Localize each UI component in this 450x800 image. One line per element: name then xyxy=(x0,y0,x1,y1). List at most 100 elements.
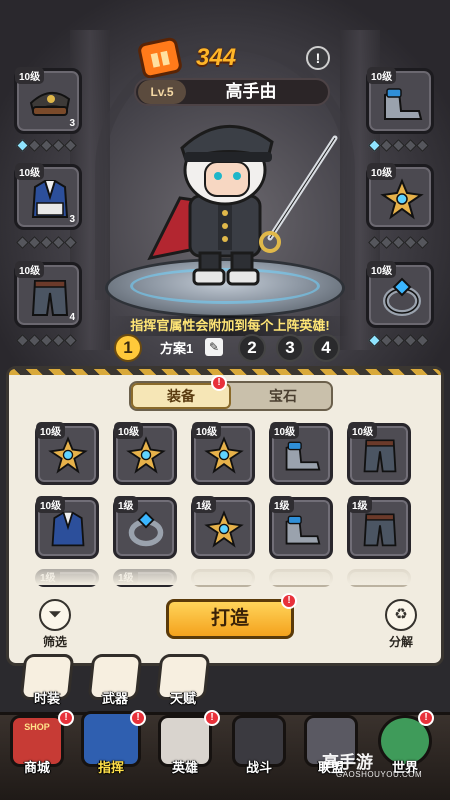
boots-icon xyxy=(384,88,423,120)
hero-name[interactable]: 高手由 xyxy=(196,80,306,104)
talent-button[interactable]: 天赋 xyxy=(154,654,212,707)
gem-ring-icon xyxy=(128,511,164,547)
gem-socket-icon xyxy=(64,139,77,152)
gem-socket-icon xyxy=(380,139,393,152)
filter-icon: ⏷ xyxy=(39,599,71,631)
gem-socket-icon xyxy=(40,139,53,152)
slot-star-count: 3 xyxy=(69,118,75,129)
equip-slot-hat[interactable]: 10级 3 xyxy=(14,67,82,134)
weapon-button[interactable]: 武器 xyxy=(86,654,144,707)
inventory-item[interactable]: 10级 xyxy=(35,422,99,485)
gem-socket-icon xyxy=(64,334,77,347)
nav-label: 英雄 xyxy=(171,760,198,775)
gem-socket-icon xyxy=(16,139,29,152)
inventory-item[interactable]: 10级 xyxy=(269,422,333,485)
info-button[interactable]: ! xyxy=(306,46,330,70)
commander-hero-figure[interactable] xyxy=(120,108,340,288)
gem-socket-icon xyxy=(368,334,381,347)
gold-badge-icon xyxy=(48,436,88,474)
edit-icon[interactable]: ✎ xyxy=(205,338,223,356)
gem-ring-icon xyxy=(383,277,421,316)
preset-3-button[interactable]: 3 xyxy=(276,334,304,362)
gem-socket-icon xyxy=(380,334,393,347)
equip-slot-pants[interactable]: 10级 4 xyxy=(14,261,82,328)
slot-gem-row xyxy=(368,236,429,249)
gem-socket-icon xyxy=(40,334,53,347)
attribute-hint-banner: 指挥官属性会附加到每个上阵英雄! xyxy=(110,316,350,336)
boots-icon xyxy=(285,441,321,471)
inventory-item[interactable]: 1级 xyxy=(191,496,255,559)
gem-socket-icon xyxy=(52,236,65,249)
nav-label: 商城 xyxy=(23,760,50,775)
filter-button[interactable]: ⏷ 筛选 xyxy=(33,599,77,650)
panel-hazard-stripe xyxy=(9,369,441,375)
inventory-item[interactable]: 10级 xyxy=(191,422,255,485)
talent-label: 天赋 xyxy=(169,691,196,706)
gem-socket-icon xyxy=(40,236,53,249)
outfit-label: 时装 xyxy=(33,691,60,706)
inventory-item[interactable]: 10级 xyxy=(35,496,99,559)
gem-socket-icon xyxy=(404,334,417,347)
gold-badge-icon xyxy=(204,436,244,474)
gold-badge-icon xyxy=(204,510,244,548)
preset-2-button[interactable]: 2 xyxy=(238,334,266,362)
preset-name: 方案1 xyxy=(160,341,194,356)
inventory-item[interactable]: 1级 xyxy=(269,496,333,559)
inventory-item[interactable]: 10级 xyxy=(347,422,411,485)
preset-4-button[interactable]: 4 xyxy=(312,334,340,362)
hero-level: Lv.5 xyxy=(138,80,186,104)
nav-label: 战斗 xyxy=(245,760,272,775)
slot-gem-row xyxy=(16,139,77,152)
nav-label: 指挥 xyxy=(97,760,124,775)
slot-gem-row xyxy=(368,334,429,347)
nav-notification-badge: ! xyxy=(58,710,74,726)
gem-socket-icon xyxy=(380,236,393,249)
preset-1-button[interactable]: 1 xyxy=(114,334,142,362)
equip-slot-badge[interactable]: 10级 xyxy=(366,163,434,230)
nav-notification-badge: ! xyxy=(130,710,146,726)
slot-gem-row xyxy=(368,139,429,152)
gem-socket-icon xyxy=(52,334,65,347)
officer-cap-icon xyxy=(29,92,71,116)
equipment-panel: 装备 宝石 ! 10级10级10级10级10级10级1级1级1级1级 1级 1级… xyxy=(6,366,444,666)
gem-socket-icon xyxy=(416,236,429,249)
gem-socket-icon xyxy=(392,139,405,152)
gem-socket-icon xyxy=(404,139,417,152)
currency-amount: 344 xyxy=(196,44,237,71)
pants-icon xyxy=(31,280,69,316)
inventory-item[interactable]: 1级 xyxy=(347,496,411,559)
outfit-button[interactable]: 时装 xyxy=(18,654,76,707)
tab-notification-badge: ! xyxy=(211,375,227,391)
equip-slot-ring[interactable]: 10级 xyxy=(366,261,434,328)
weapon-label: 武器 xyxy=(101,691,128,706)
recycle-icon: ♻ xyxy=(385,599,417,631)
tab-gems[interactable]: 宝石 xyxy=(233,383,333,409)
slot-star-count: 4 xyxy=(69,312,75,323)
officer-coat-icon xyxy=(31,180,69,218)
gem-socket-icon xyxy=(368,236,381,249)
gem-socket-icon xyxy=(404,236,417,249)
nav-shop[interactable]: SHOP 商城 xyxy=(4,711,70,800)
nav-notification-badge: ! xyxy=(418,710,434,726)
inventory-item[interactable]: 1级 xyxy=(113,496,177,559)
equip-slot-boots[interactable]: 10级 xyxy=(366,67,434,134)
gem-socket-icon xyxy=(28,334,41,347)
decompose-label: 分解 xyxy=(388,635,413,649)
gem-socket-icon xyxy=(28,236,41,249)
gem-socket-icon xyxy=(64,236,77,249)
gem-socket-icon xyxy=(392,334,405,347)
slot-star-count: 3 xyxy=(69,214,75,225)
nav-battle[interactable]: 战斗 xyxy=(226,711,292,800)
gem-socket-icon xyxy=(392,236,405,249)
inventory-item[interactable]: 10级 xyxy=(113,422,177,485)
gem-socket-icon xyxy=(16,334,29,347)
gem-socket-icon xyxy=(416,139,429,152)
craft-button[interactable]: 打造 xyxy=(166,599,294,639)
gem-socket-icon xyxy=(368,139,381,152)
slot-gem-row xyxy=(16,334,77,347)
decompose-button[interactable]: ♻ 分解 xyxy=(379,599,423,650)
equip-slot-coat[interactable]: 10级 3 xyxy=(14,163,82,230)
grid-fade xyxy=(9,569,441,585)
gold-badge-icon xyxy=(380,178,424,220)
craft-notification-badge: ! xyxy=(281,593,297,609)
